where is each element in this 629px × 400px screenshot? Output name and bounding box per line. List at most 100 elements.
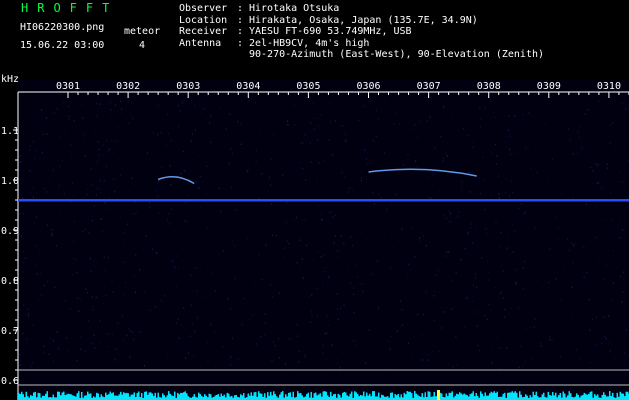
noise-level-bar [459,392,461,400]
noise-dot [123,232,125,234]
noise-level-bar [108,394,110,400]
noise-dot [161,281,163,283]
noise-dot [443,214,445,216]
noise-dot [316,314,318,317]
noise-dot [310,161,312,163]
noise-level-bar [117,395,119,400]
noise-dot [410,129,412,131]
noise-level-bar [369,393,371,400]
noise-dot [498,197,500,199]
noise-dot [321,213,323,215]
noise-dot [302,167,304,170]
noise-dot [324,270,326,273]
noise-dot [91,219,93,222]
noise-level-bar [381,394,383,400]
noise-dot [571,242,573,245]
noise-dot [304,133,306,136]
noise-level-bar [552,392,554,400]
noise-dot [52,360,54,362]
plot-background [18,80,629,400]
noise-dot [202,258,204,260]
noise-dot [31,362,33,364]
noise-level-bar [304,396,306,400]
noise-dot [484,209,486,211]
noise-dot [574,243,575,245]
noise-dot [484,314,486,317]
noise-dot [95,296,97,299]
noise-level-bar [372,391,374,400]
noise-dot [27,308,29,310]
noise-dot [617,224,619,227]
noise-level-bar [258,391,260,400]
noise-level-bar [313,393,315,400]
noise-dot [384,100,386,102]
noise-dot [46,117,47,120]
noise-dot [551,339,553,341]
noise-dot [378,193,380,195]
noise-dot [571,286,573,288]
noise-dot [601,342,603,345]
noise-dot [429,116,431,118]
noise-level-bar [462,394,464,400]
noise-dot [155,251,157,254]
noise-dot [328,275,330,277]
noise-dot [55,244,57,247]
noise-dot [386,211,388,213]
noise-dot [446,306,448,309]
noise-dot [305,354,307,357]
x-tick-label: 0301 [56,81,80,92]
noise-dot [512,224,514,226]
noise-dot [255,149,257,152]
x-tick-label: 0302 [116,81,140,92]
noise-level-bar [549,394,551,400]
noise-dot [186,221,188,223]
noise-dot [229,113,231,115]
noise-dot [356,344,357,347]
noise-dot [117,125,119,128]
noise-level-bar [57,391,59,400]
noise-dot [329,211,331,214]
noise-dot [264,334,266,336]
noise-level-bar [351,391,353,400]
noise-level-bar [25,391,27,400]
noise-dot [174,267,176,269]
noise-level-bar [375,396,377,400]
noise-dot [309,141,311,144]
noise-dot [99,341,101,343]
noise-level-bar [337,393,339,400]
noise-dot [243,297,245,300]
noise-dot [25,257,27,259]
noise-dot [73,220,75,223]
noise-level-bar [514,391,516,400]
noise-dot [582,147,583,150]
noise-level-bar [547,391,549,400]
noise-dot [173,126,175,129]
noise-dot [502,297,504,299]
noise-dot [494,116,496,119]
noise-dot [46,133,48,135]
noise-dot [19,155,21,157]
noise-dot [364,105,366,107]
noise-dot [104,202,106,204]
noise-dot [30,145,32,147]
noise-dot [578,136,580,139]
noise-level-bar [166,395,168,400]
noise-dot [255,161,257,163]
noise-dot [278,337,279,340]
noise-dot [518,307,520,309]
noise-dot [193,355,195,357]
noise-dot [322,352,324,355]
noise-dot [195,267,197,269]
noise-level-bar [553,395,555,400]
noise-dot [607,167,609,169]
noise-level-bar [441,393,443,400]
noise-level-bar [315,392,317,400]
noise-dot [473,141,475,143]
noise-dot [433,319,435,321]
noise-dot [210,115,212,118]
noise-dot [399,300,401,302]
noise-dot [357,276,359,278]
noise-dot [32,187,34,189]
noise-dot [484,194,486,197]
noise-level-bar [591,391,593,400]
